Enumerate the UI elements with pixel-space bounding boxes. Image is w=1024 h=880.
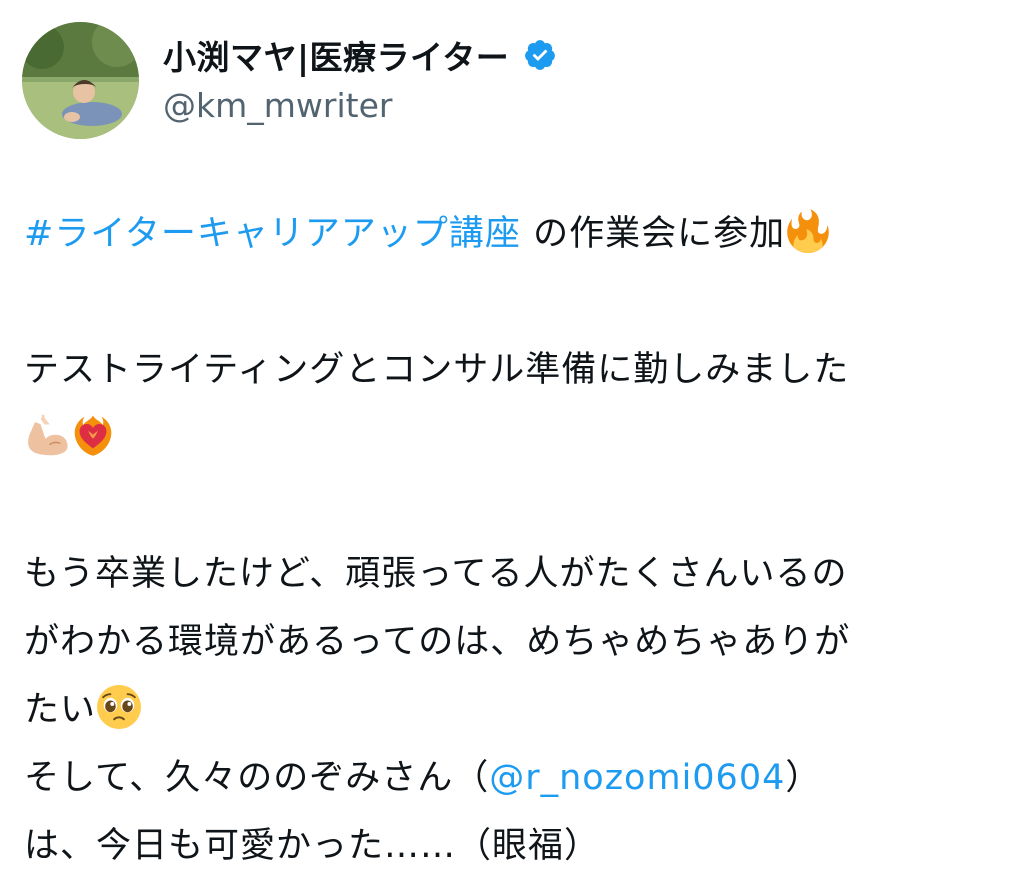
tweet-line-3 (24, 404, 984, 472)
pleading-face-emoji (97, 685, 142, 729)
verified-badge-icon (523, 38, 557, 72)
line7-prefix: そして、久々ののぞみさん（ (24, 758, 490, 798)
line4-text: もう卒業したけど、頑張ってる人がたくさんいるの (24, 554, 848, 594)
tweet-line-1: #ライターキャリアアップ講座 の作業会に参加 (24, 200, 984, 268)
line1-text: の作業会に参加 (520, 214, 786, 254)
line7-suffix: ） (785, 758, 822, 798)
hashtag-link[interactable]: #ライターキャリアアップ講座 (24, 214, 521, 254)
tweet-line-4: もう卒業したけど、頑張ってる人がたくさんいるの (24, 540, 984, 608)
line8-text: は、今日も可愛かった……（眼福） (24, 826, 601, 866)
name-row: 小渕マヤ|医療ライター (163, 30, 557, 80)
tweet-line-2: テストライティングとコンサル準備に勤しみました (24, 336, 984, 404)
tweet-line-5: がわかる環境があるってのは、めちゃめちゃありが (24, 608, 984, 676)
avatar[interactable] (22, 22, 139, 139)
heart-on-fire-emoji (71, 413, 115, 457)
line6-text: たい (24, 690, 97, 730)
tweet-line-8: は、今日も可愛かった……（眼福） (24, 812, 984, 880)
tweet-author: 小渕マヤ|医療ライター @km_mwriter (163, 30, 557, 125)
mention-link[interactable]: @r_nozomi0604 (489, 758, 785, 798)
avatar-photo (22, 22, 139, 139)
flexed-biceps-emoji (25, 413, 69, 457)
display-name[interactable]: 小渕マヤ|医療ライター (163, 31, 509, 79)
tweet-line-6: たい (24, 676, 984, 744)
tweet-line-7: そして、久々ののぞみさん（@r_nozomi0604） (24, 744, 984, 812)
fire-emoji (786, 209, 830, 253)
line2-text: テストライティングとコンサル準備に勤しみました (24, 350, 850, 390)
line5-text: がわかる環境があるってのは、めちゃめちゃありが (24, 622, 851, 662)
tweet-text: #ライターキャリアアップ講座 の作業会に参加 テストライティングとコンサル準備に… (24, 200, 984, 880)
handle[interactable]: @km_mwriter (163, 86, 557, 125)
